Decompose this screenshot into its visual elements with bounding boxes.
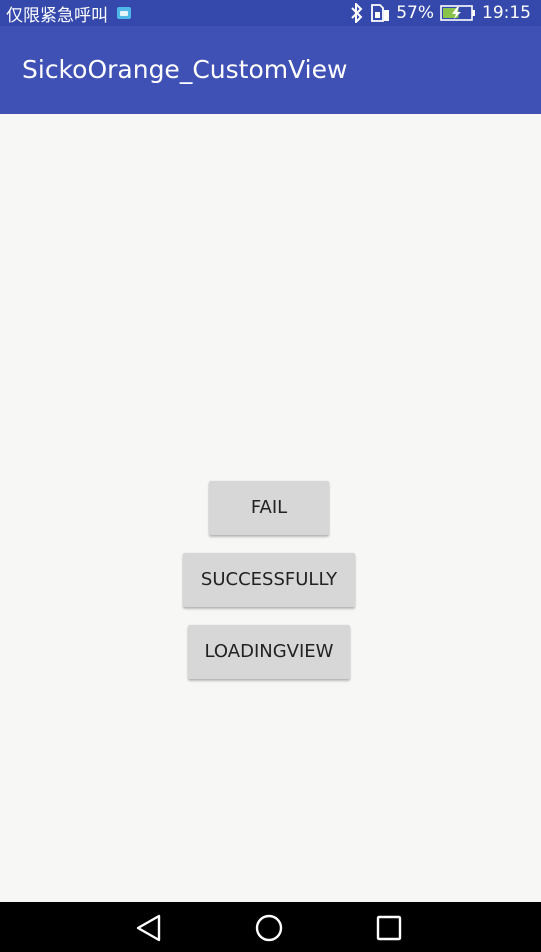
battery-icon bbox=[440, 4, 476, 22]
bluetooth-icon bbox=[350, 3, 364, 23]
battery-percent: 57% bbox=[396, 3, 434, 23]
loadingview-button[interactable]: LOADINGVIEW bbox=[188, 625, 350, 679]
clock: 19:15 bbox=[482, 3, 531, 23]
sim-icon bbox=[370, 4, 390, 22]
home-circle-icon[interactable] bbox=[254, 913, 284, 943]
back-triangle-icon[interactable] bbox=[134, 913, 164, 943]
carrier-label: 仅限紧急呼叫 bbox=[6, 5, 108, 26]
navigation-bar bbox=[0, 902, 541, 952]
main-content: FAIL SUCCESSFULLY LOADINGVIEW bbox=[0, 114, 541, 902]
fail-button[interactable]: FAIL bbox=[209, 481, 329, 535]
app-title: SickoOrange_CustomView bbox=[22, 55, 348, 84]
status-left: 仅限紧急呼叫 bbox=[6, 2, 132, 26]
successfully-button[interactable]: SUCCESSFULLY bbox=[183, 553, 355, 607]
recent-square-icon[interactable] bbox=[374, 913, 404, 943]
app-bar: SickoOrange_CustomView bbox=[0, 26, 541, 114]
status-bar: 仅限紧急呼叫 57% 19:15 bbox=[0, 0, 541, 26]
status-right: 57% 19:15 bbox=[350, 2, 531, 24]
android-debug-icon bbox=[116, 5, 132, 21]
screen: 仅限紧急呼叫 57% 19:15 SickoOrange_CustomView … bbox=[0, 0, 541, 952]
